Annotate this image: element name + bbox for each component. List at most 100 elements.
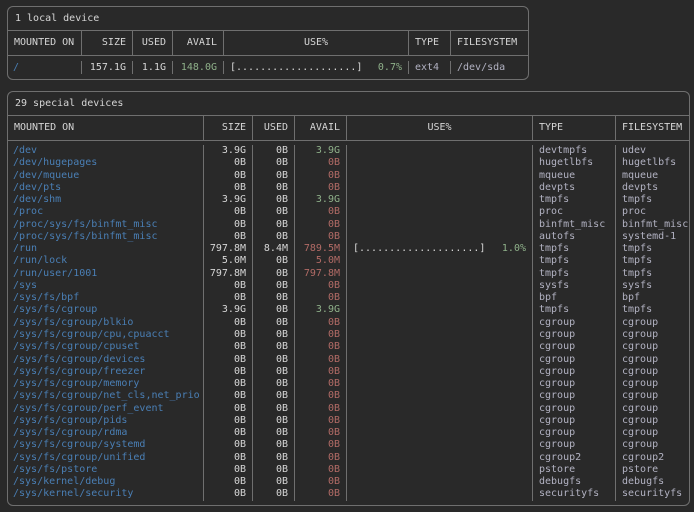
- filesystem-value: cgroup: [615, 329, 689, 341]
- type-value: sysfs: [532, 280, 615, 292]
- avail-value: 0B: [294, 415, 346, 427]
- col-header-size: SIZE: [81, 31, 132, 55]
- avail-value: 0B: [294, 403, 346, 415]
- mount-point: /dev: [8, 145, 203, 157]
- table-row: /sys/fs/cgroup/cpu,cpuacct0B0B0Bcgroupcg…: [8, 329, 689, 341]
- used-value: 0B: [252, 341, 294, 353]
- mount-point: /sys/fs/cgroup/cpuset: [8, 341, 203, 353]
- usage-bar-cell: [346, 341, 532, 353]
- size-value: 3.9G: [203, 145, 252, 157]
- used-value: 0B: [252, 255, 294, 267]
- usage-bar-cell: [346, 145, 532, 157]
- mount-point: /sys/fs/cgroup/cpu,cpuacct: [8, 329, 203, 341]
- table-row: /sys/fs/cgroup/pids0B0B0Bcgroupcgroup: [8, 415, 689, 427]
- type-value: cgroup: [532, 378, 615, 390]
- table-row: /proc/sys/fs/binfmt_misc0B0B0Bautofssyst…: [8, 231, 689, 243]
- usage-bar-cell: [346, 378, 532, 390]
- size-value: 0B: [203, 366, 252, 378]
- type-value: tmpfs: [532, 304, 615, 316]
- size-value: 0B: [203, 476, 252, 488]
- type-value: cgroup2: [532, 452, 615, 464]
- usage-bar-cell: [346, 464, 532, 476]
- col-header-filesystem: FILESYSTEM: [615, 116, 689, 140]
- filesystem-value: debugfs: [615, 476, 689, 488]
- size-value: 0B: [203, 488, 252, 500]
- col-header-avail: AVAIL: [172, 31, 223, 55]
- col-header-used: USED: [132, 31, 172, 55]
- used-value: 0B: [252, 219, 294, 231]
- table-row: /sys/fs/cgroup/rdma0B0B0Bcgroupcgroup: [8, 427, 689, 439]
- usage-bar-cell: [346, 488, 532, 500]
- size-value: 0B: [203, 354, 252, 366]
- size-value: 0B: [203, 427, 252, 439]
- mount-point: /dev/mqueue: [8, 170, 203, 182]
- type-value: cgroup: [532, 390, 615, 402]
- size-value: 0B: [203, 231, 252, 243]
- avail-value: 0B: [294, 157, 346, 169]
- size-value: 0B: [203, 390, 252, 402]
- type-value: tmpfs: [532, 268, 615, 280]
- avail-value: 789.5M: [294, 243, 346, 255]
- filesystem-value: cgroup: [615, 341, 689, 353]
- size-value: 0B: [203, 378, 252, 390]
- table-row: /157.1G1.1G148.0G[....................]0…: [8, 61, 528, 74]
- used-value: 0B: [252, 157, 294, 169]
- usage-bar-cell: [346, 403, 532, 415]
- table-row: /sys/fs/cgroup/unified0B0B0Bcgroup2cgrou…: [8, 452, 689, 464]
- avail-value: 148.0G: [172, 61, 223, 74]
- type-value: mqueue: [532, 170, 615, 182]
- table-title: 1 local device: [8, 7, 528, 31]
- avail-value: 0B: [294, 452, 346, 464]
- usage-bar-cell: [346, 231, 532, 243]
- avail-value: 0B: [294, 292, 346, 304]
- mount-point: /proc/sys/fs/binfmt_misc: [8, 219, 203, 231]
- usage-bar-cell: [346, 280, 532, 292]
- used-value: 0B: [252, 268, 294, 280]
- used-value: 0B: [252, 378, 294, 390]
- avail-value: 0B: [294, 439, 346, 451]
- filesystem-value: tmpfs: [615, 255, 689, 267]
- table-row: /proc0B0B0Bprocproc: [8, 206, 689, 218]
- type-value: hugetlbfs: [532, 157, 615, 169]
- mount-point: /run/user/1001: [8, 268, 203, 280]
- filesystem-value: cgroup: [615, 390, 689, 402]
- type-value: devtmpfs: [532, 145, 615, 157]
- usage-bar-cell: [346, 157, 532, 169]
- usage-bar-cell: [346, 452, 532, 464]
- avail-value: 0B: [294, 476, 346, 488]
- col-header-mounted-on: MOUNTED ON: [8, 31, 81, 55]
- avail-value: 0B: [294, 182, 346, 194]
- table-row: /dev/shm3.9G0B3.9Gtmpfstmpfs: [8, 194, 689, 206]
- usage-percent: 1.0%: [502, 243, 526, 255]
- mount-point: /sys/fs/cgroup/net_cls,net_prio: [8, 390, 203, 402]
- filesystem-value: proc: [615, 206, 689, 218]
- avail-value: 0B: [294, 280, 346, 292]
- used-value: 0B: [252, 194, 294, 206]
- avail-value: 0B: [294, 231, 346, 243]
- mount-point: /sys/kernel/debug: [8, 476, 203, 488]
- filesystem-value: cgroup: [615, 439, 689, 451]
- col-header-mounted-on: MOUNTED ON: [8, 116, 203, 140]
- table-row: /run/lock5.0M0B5.0Mtmpfstmpfs: [8, 255, 689, 267]
- table-row: /dev/pts0B0B0Bdevptsdevpts: [8, 182, 689, 194]
- mount-point: /sys/fs/cgroup: [8, 304, 203, 316]
- mount-point: /sys/kernel/security: [8, 488, 203, 500]
- type-value: cgroup: [532, 317, 615, 329]
- mount-point: /sys/fs/cgroup/memory: [8, 378, 203, 390]
- col-header-size: SIZE: [203, 116, 252, 140]
- size-value: 0B: [203, 341, 252, 353]
- mount-point: /dev/shm: [8, 194, 203, 206]
- avail-value: 0B: [294, 170, 346, 182]
- filesystem-value: bpf: [615, 292, 689, 304]
- used-value: 0B: [252, 464, 294, 476]
- mount-point: /proc/sys/fs/binfmt_misc: [8, 231, 203, 243]
- size-value: 797.8M: [203, 243, 252, 255]
- usage-bar-cell: [346, 182, 532, 194]
- col-header-type: TYPE: [532, 116, 615, 140]
- usage-bar-cell: [346, 439, 532, 451]
- size-value: 0B: [203, 329, 252, 341]
- table-row: /sys/kernel/debug0B0B0Bdebugfsdebugfs: [8, 476, 689, 488]
- usage-percent: 0.7%: [378, 61, 402, 74]
- mount-point: /sys/fs/cgroup/freezer: [8, 366, 203, 378]
- table-row: /sys/fs/cgroup/freezer0B0B0Bcgroupcgroup: [8, 366, 689, 378]
